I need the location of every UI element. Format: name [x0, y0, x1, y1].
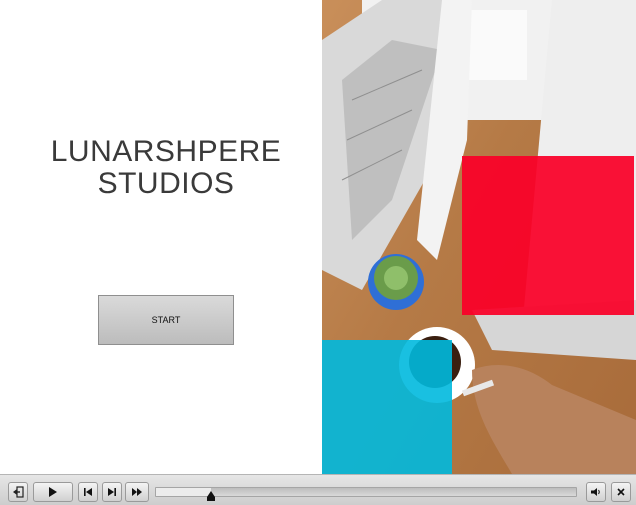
fast-forward-button[interactable] [125, 482, 149, 502]
previous-icon [84, 488, 92, 496]
presentation-title: LUNARSHPERE STUDIOS [20, 136, 312, 200]
title-line-2: STUDIOS [97, 167, 235, 200]
volume-button[interactable] [586, 482, 606, 502]
progress-fill [156, 488, 211, 496]
slide: LUNARSHPERE STUDIOS START [0, 0, 636, 474]
title-line-1: LUNARSHPERE [50, 135, 282, 168]
start-button[interactable]: START [98, 295, 234, 345]
exit-button[interactable] [8, 482, 28, 502]
next-icon [108, 488, 116, 496]
title-pane: LUNARSHPERE STUDIOS START [0, 0, 322, 474]
fast-forward-icon [132, 488, 142, 496]
cyan-accent-block [322, 340, 452, 474]
player-controlbar [0, 474, 636, 505]
close-icon [617, 488, 625, 496]
close-button[interactable] [611, 482, 631, 502]
play-button[interactable] [33, 482, 73, 502]
red-accent-block [462, 156, 634, 315]
play-icon [49, 487, 57, 497]
next-button[interactable] [102, 482, 122, 502]
volume-icon [591, 488, 600, 496]
progress-slider[interactable] [155, 487, 577, 501]
progress-thumb[interactable] [207, 491, 215, 501]
previous-button[interactable] [78, 482, 98, 502]
exit-icon [13, 486, 24, 498]
